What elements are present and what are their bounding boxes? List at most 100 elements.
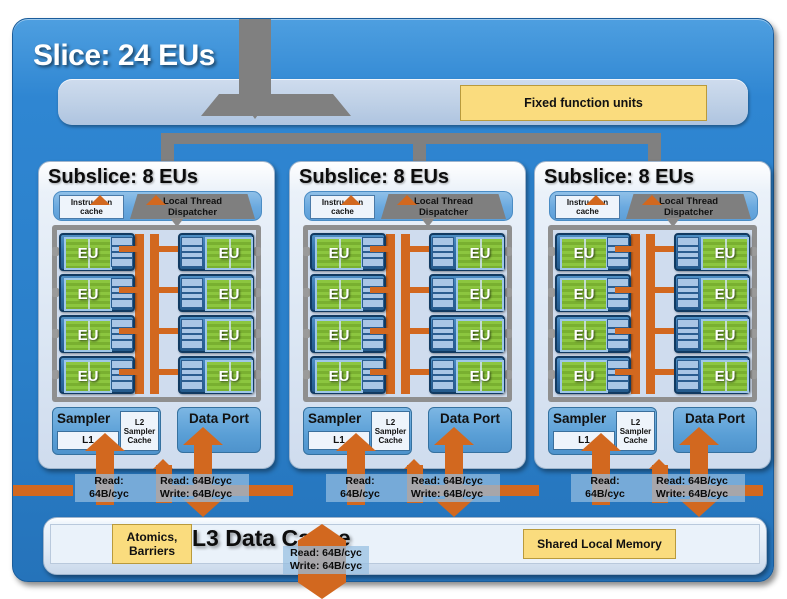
sampler-label: Sampler: [553, 411, 607, 426]
eu-port-icon: [254, 288, 261, 297]
eu-port-icon: [52, 288, 59, 297]
eu-label: EU: [573, 327, 595, 344]
eu-bus-stub-icon: [646, 369, 674, 375]
sampler-label: Sampler: [308, 411, 362, 426]
eu-core-array-icon: EU: [205, 319, 253, 352]
arrow-head-up-icon: [336, 433, 376, 451]
eu-register-chips-icon: [677, 319, 699, 349]
arrow-head-up-icon: [679, 427, 719, 445]
subslice-3-eu-array: EU EU EU EU EU EU EU EU: [548, 225, 757, 402]
ltd-line2: Dispatcher: [418, 206, 469, 218]
eu-label: EU: [328, 245, 350, 262]
subslice-1-title: Subslice: 8 EUs: [48, 166, 199, 188]
eu-register-chips-icon: [181, 319, 203, 349]
ltd-line2: Dispatcher: [663, 206, 714, 218]
eu-core-array-icon: EU: [701, 319, 749, 352]
eu-bus-stub-icon: [119, 287, 144, 293]
eu-label: EU: [573, 368, 595, 385]
execution-unit: EU: [178, 315, 261, 353]
sampler-l2-cache: L2 Sampler Cache: [371, 411, 410, 451]
ltd-line1: Local Thread: [658, 195, 719, 207]
execution-unit: EU: [429, 233, 512, 271]
eu-port-icon: [52, 247, 59, 256]
ltd-line1: Local Thread: [162, 195, 223, 207]
eu-port-icon: [505, 288, 512, 297]
external-bw-line2: Write: 64B/cyc: [289, 560, 363, 572]
eu-bus-stub-icon: [370, 246, 395, 252]
dataport-bw-line2: Write: 64B/cyc: [410, 488, 484, 500]
eu-label: EU: [573, 245, 595, 262]
eu-register-chips-icon: [111, 237, 133, 267]
execution-unit: EU: [674, 233, 757, 271]
l2-line2: Sampler: [619, 426, 652, 436]
sampler-bw-line1: Read:: [590, 475, 620, 487]
subslice-2-eu-array: EU EU EU EU EU EU EU EU: [303, 225, 512, 402]
dataport-bw-line2: Write: 64B/cyc: [655, 488, 729, 500]
eu-bus-stub-icon: [646, 328, 674, 334]
eu-core-array-icon: EU: [560, 237, 608, 270]
execution-unit: EU: [548, 274, 631, 312]
eu-to-sampler-arrow-icon: [642, 195, 662, 205]
l2-line3: Cache: [378, 435, 403, 445]
eu-port-icon: [505, 329, 512, 338]
eu-core-array-icon: EU: [560, 360, 608, 393]
l2-line2: Sampler: [123, 426, 156, 436]
execution-unit: EU: [548, 356, 631, 394]
l3-data-cache: Atomics, Barriers L3 Data Cache Shared L…: [43, 517, 767, 575]
eu-port-icon: [750, 370, 757, 379]
eu-core-array-icon: EU: [205, 278, 253, 311]
icache-line2: cache: [331, 207, 354, 216]
l2-line3: Cache: [127, 435, 152, 445]
eu-core-array-icon: EU: [456, 278, 504, 311]
eu-label: EU: [77, 327, 99, 344]
fixed-function-units-box: Fixed function units: [460, 85, 707, 121]
eu-port-icon: [548, 247, 555, 256]
eu-label: EU: [714, 245, 736, 262]
eu-register-chips-icon: [181, 237, 203, 267]
execution-unit: EU: [303, 233, 386, 271]
eu-to-sampler-arrow-icon: [341, 195, 361, 205]
l2-line3: Cache: [623, 435, 648, 445]
eu-bus-stub-icon: [615, 328, 640, 334]
execution-unit: EU: [52, 233, 135, 271]
eu-label: EU: [218, 368, 240, 385]
eu-bus-stub-icon: [150, 328, 178, 334]
global-dispatch-arrowhead-icon: [239, 97, 271, 119]
eu-port-icon: [254, 247, 261, 256]
execution-unit: EU: [674, 274, 757, 312]
eu-core-array-icon: EU: [560, 319, 608, 352]
eu-bus-stub-icon: [615, 246, 640, 252]
eu-bus-stub-icon: [401, 287, 429, 293]
arrow-head-up-icon: [85, 433, 125, 451]
eu-core-array-icon: EU: [701, 360, 749, 393]
sampler-label: Sampler: [57, 411, 111, 426]
external-bandwidth-label: Read: 64B/cyc Write: 64B/cyc: [283, 546, 369, 574]
sampler-l2-cache: L2 Sampler Cache: [616, 411, 655, 451]
eu-label: EU: [218, 327, 240, 344]
eu-to-sampler-arrow-icon: [586, 195, 606, 205]
eu-label: EU: [218, 286, 240, 303]
eu-label: EU: [218, 245, 240, 262]
eu-register-chips-icon: [607, 360, 629, 390]
dataport-bw-line1: Read: 64B/cyc: [411, 475, 483, 487]
eu-to-sampler-arrow-icon: [397, 195, 417, 205]
sampler-bw-line1: Read:: [94, 475, 124, 487]
sampler-dataport-link-head-icon: [404, 459, 424, 469]
subslice-1-eu-array-inner: EU EU EU EU EU EU EU EU: [52, 230, 261, 397]
arrow-head-up-icon: [183, 427, 223, 445]
eu-port-icon: [52, 370, 59, 379]
execution-unit: EU: [674, 315, 757, 353]
subslice-2-title: Subslice: 8 EUs: [299, 166, 450, 188]
eu-port-icon: [750, 329, 757, 338]
sampler-bandwidth-label: Read: 64B/cyc: [75, 474, 143, 502]
subslice-2-eu-array-inner: EU EU EU EU EU EU EU EU: [303, 230, 512, 397]
dataport-bandwidth-label: Read: 64B/cyc Write: 64B/cyc: [394, 474, 500, 502]
eu-core-array-icon: EU: [315, 237, 363, 270]
sampler-bandwidth-label: Read: 64B/cyc: [571, 474, 639, 502]
eu-port-icon: [548, 288, 555, 297]
execution-unit: EU: [303, 356, 386, 394]
eu-label: EU: [77, 286, 99, 303]
eu-core-array-icon: EU: [315, 319, 363, 352]
eu-register-chips-icon: [181, 278, 203, 308]
eu-register-chips-icon: [362, 278, 384, 308]
